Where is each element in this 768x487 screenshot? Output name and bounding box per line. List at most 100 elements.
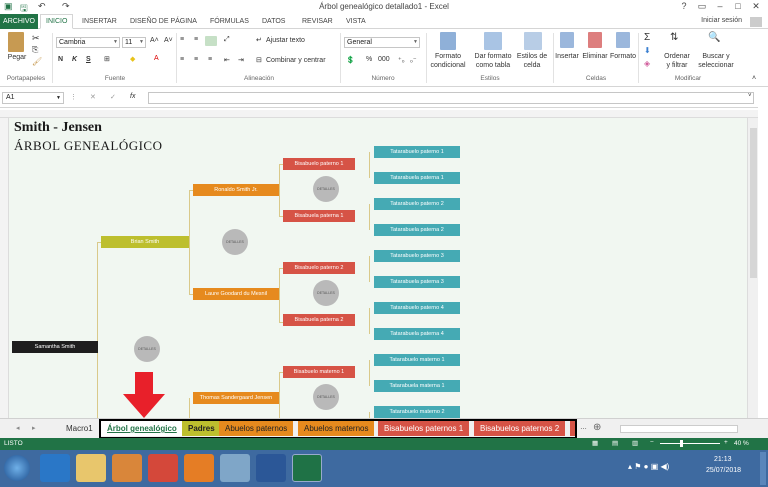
normal-view-icon[interactable]: ▦ (592, 439, 598, 447)
delete-cells-icon[interactable] (588, 32, 602, 48)
worksheet-grid[interactable]: Smith - Jensen ÁRBOL GENEALÓGICO Samanth… (9, 118, 747, 418)
cancel-icon[interactable]: ✕ (90, 93, 96, 101)
align-top-icon[interactable]: ≡ (180, 36, 184, 43)
add-sheet-icon[interactable]: ⊕ (593, 422, 601, 433)
show-desktop-button[interactable] (760, 452, 766, 485)
tab-file[interactable]: ARCHIVO (0, 14, 38, 29)
person-box-great-grandparent[interactable]: Bisabuelo paterno 2 (283, 262, 355, 274)
person-box-gg-grandparent[interactable]: Tatarabuelo paterno 4 (374, 302, 460, 314)
person-box-gg-grandparent[interactable]: Tatarabuela paterna 4 (374, 328, 460, 340)
details-circle[interactable]: DETALLES (313, 280, 339, 306)
ribbon-display-icon[interactable]: ▭ (694, 0, 710, 13)
person-box-gg-grandparent[interactable]: Tatarabuela materna 1 (374, 380, 460, 392)
sort-filter-icon[interactable]: ⇅ (670, 32, 678, 43)
sort-filter-label-2[interactable]: y filtrar (658, 62, 696, 69)
zoom-out-button[interactable]: − (650, 439, 654, 446)
merge-center-icon[interactable]: ⊟ (256, 56, 262, 64)
person-box-gg-grandparent[interactable]: Tatarabuela paterna 2 (374, 224, 460, 236)
fill-icon[interactable]: ⬇ (644, 46, 651, 55)
person-box-grandmother-paternal[interactable]: Laure Goodard du Mesnil (193, 288, 279, 300)
font-name-select[interactable]: Cambria ▼ (56, 37, 120, 48)
vertical-scrollbar[interactable] (747, 118, 758, 418)
signin-link[interactable]: Iniciar sesión (701, 17, 742, 24)
tab-view[interactable]: VISTA (346, 15, 366, 28)
restore-button[interactable]: □ (730, 0, 746, 13)
person-box-gg-grandparent[interactable]: Tatarabuelo materno 1 (374, 354, 460, 366)
conditional-format-label-1[interactable]: Formato (428, 53, 468, 60)
bold-button[interactable]: N (58, 56, 63, 63)
tab-data[interactable]: DATOS (262, 15, 285, 28)
person-box-great-grandparent[interactable]: Bisabuela paterna 1 (283, 210, 355, 222)
page-break-icon[interactable]: ▥ (632, 439, 638, 447)
media-player-icon[interactable] (112, 454, 142, 482)
sort-filter-label-1[interactable]: Ordenar (658, 53, 696, 60)
paste-button[interactable]: Pegar (4, 54, 30, 61)
person-box-gg-grandparent[interactable]: Tatarabuelo materno 2 (374, 406, 460, 418)
details-circle[interactable]: DETALLES (222, 229, 248, 255)
find-select-label-1[interactable]: Buscar y (694, 53, 738, 60)
decrease-decimal-icon[interactable]: ₀⁻ (410, 56, 417, 64)
cell-styles-label-2[interactable]: celda (512, 62, 552, 69)
person-box-great-grandparent[interactable]: Bisabuelo paterno 1 (283, 158, 355, 170)
expand-formula-icon[interactable]: ˅ (748, 93, 752, 99)
format-table-icon[interactable] (484, 32, 502, 50)
person-box-great-grandparent[interactable]: Bisabuelo materno 1 (283, 366, 355, 378)
align-bottom-icon[interactable] (205, 36, 217, 46)
chrome-icon[interactable] (148, 454, 178, 482)
firefox-icon[interactable] (184, 454, 214, 482)
person-box-grandfather-paternal[interactable]: Ronaldo Smith Jr. (193, 184, 279, 196)
wrap-text-button[interactable]: Ajustar texto (266, 37, 305, 44)
orientation-icon[interactable]: ⤢ (224, 36, 230, 44)
details-circle[interactable]: DETALLES (134, 336, 160, 362)
clock-date[interactable]: 25/07/2018 (706, 467, 741, 474)
prev-sheet-icon[interactable]: ◂ (16, 424, 20, 432)
cut-icon[interactable]: ✂ (32, 33, 40, 44)
help-button[interactable]: ? (676, 0, 692, 13)
increase-indent-icon[interactable]: ⇥ (238, 56, 244, 64)
format-cells-icon[interactable] (616, 32, 630, 48)
format-table-label-2[interactable]: como tabla (472, 62, 514, 69)
ie-icon[interactable] (40, 454, 70, 482)
font-size-select[interactable]: 11 ▼ (122, 37, 146, 48)
align-left-icon[interactable]: ≡ (180, 56, 184, 63)
scrollbar-thumb[interactable] (750, 128, 757, 278)
tab-home[interactable]: INICIO (40, 14, 74, 29)
details-circle[interactable]: DETALLES (313, 384, 339, 410)
cell-styles-label-1[interactable]: Estilos de (512, 53, 552, 60)
close-button[interactable]: ✕ (748, 0, 764, 13)
number-format-select[interactable]: General ▼ (344, 37, 420, 48)
zoom-level[interactable]: 40 % (734, 440, 749, 447)
shrink-font-icon[interactable]: A˅ (164, 37, 173, 44)
find-select-label-2[interactable]: seleccionar (694, 62, 738, 69)
align-right-icon[interactable]: ≡ (208, 56, 212, 63)
currency-icon[interactable]: 💲 (346, 56, 355, 64)
italic-button[interactable]: K (72, 56, 77, 63)
details-circle[interactable]: DETALLES (313, 176, 339, 202)
merge-center-button[interactable]: Combinar y centrar (266, 57, 326, 64)
font-color-icon[interactable]: A (154, 55, 159, 62)
increase-decimal-icon[interactable]: ⁺₀ (398, 56, 405, 64)
zoom-slider-thumb[interactable] (680, 440, 683, 447)
explorer-icon[interactable] (76, 454, 106, 482)
tab-formulas[interactable]: FÓRMULAS (210, 15, 249, 28)
page-layout-icon[interactable]: ▤ (612, 439, 618, 447)
decrease-indent-icon[interactable]: ⇤ (224, 56, 230, 64)
next-sheet-icon[interactable]: ▸ (32, 424, 36, 432)
copy-icon[interactable]: ⎘ (32, 45, 38, 55)
grow-font-icon[interactable]: A˄ (150, 37, 159, 44)
person-box-grandfather-maternal[interactable]: Thomas Sandergaard Jensen (193, 392, 279, 404)
app-icon[interactable] (220, 454, 250, 482)
clear-icon[interactable]: ◈ (644, 59, 650, 68)
person-box-father[interactable]: Brian Smith (101, 236, 189, 248)
format-button[interactable]: Formato (608, 53, 638, 60)
format-table-label-1[interactable]: Dar formato (472, 53, 514, 60)
enter-icon[interactable]: ✓ (110, 93, 116, 101)
start-button-icon[interactable] (4, 455, 30, 481)
person-box-root[interactable]: Samantha Smith (12, 341, 98, 353)
person-box-great-grandparent[interactable]: Bisabuela paterna 2 (283, 314, 355, 326)
more-sheets-icon[interactable]: … (580, 424, 587, 431)
tab-insert[interactable]: INSERTAR (82, 15, 117, 28)
fill-color-icon[interactable]: ◆ (130, 55, 135, 63)
conditional-format-label-2[interactable]: condicional (428, 62, 468, 69)
tray-icons[interactable]: ▴ ⚑ ● ▣ ◀) (628, 462, 669, 471)
